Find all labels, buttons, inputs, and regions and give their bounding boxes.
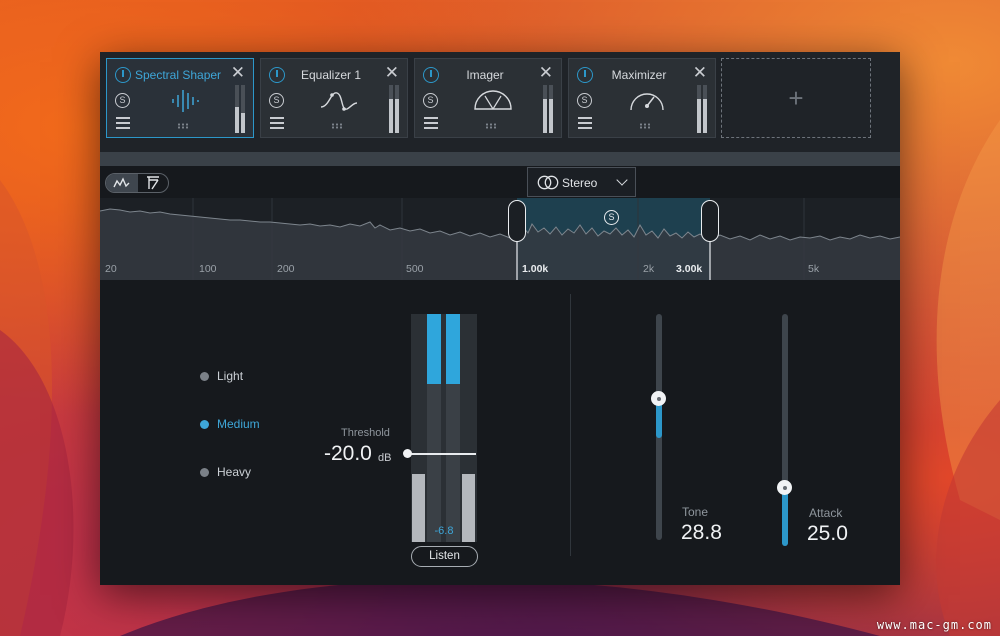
freq-label: 500 <box>406 263 424 275</box>
module-meter <box>543 85 553 133</box>
gain-reduction-readout: -6.8 <box>434 525 454 537</box>
level-meter <box>411 314 477 542</box>
close-icon[interactable]: ✕ <box>231 64 245 81</box>
tone-value[interactable]: 28.8 <box>681 521 722 545</box>
meter-bar-input-right <box>462 474 475 542</box>
channel-mode-dropdown[interactable]: Stereo <box>527 167 636 197</box>
view-toggle[interactable] <box>105 173 169 193</box>
drag-handle[interactable] <box>331 123 343 129</box>
close-icon[interactable]: ✕ <box>693 64 707 81</box>
meter-bar-input-left <box>412 474 425 542</box>
threshold-line <box>406 453 476 455</box>
tone-slider-knob[interactable] <box>651 391 666 406</box>
solo-icon[interactable]: S <box>577 93 592 108</box>
attack-value[interactable]: 25.0 <box>807 522 848 546</box>
solo-icon[interactable]: S <box>269 93 284 108</box>
mode-light-label: Light <box>217 369 244 383</box>
meter-channel-left <box>427 314 441 542</box>
freq-label: 2k <box>643 263 655 275</box>
module-meter <box>235 85 245 133</box>
power-icon[interactable] <box>115 67 131 83</box>
drag-handle[interactable] <box>485 123 497 129</box>
module-meter <box>389 85 399 133</box>
spectrum-toolbar: Stereo <box>100 166 900 198</box>
module-meter <box>697 85 707 133</box>
eq-curve-icon <box>320 92 358 111</box>
spectrum-view-icon[interactable] <box>106 174 138 192</box>
freq-label: 20 <box>105 263 117 275</box>
module-name: Imager <box>466 68 504 82</box>
band-handle-high[interactable] <box>701 200 719 242</box>
mode-medium-label: Medium <box>217 417 260 431</box>
module-name: Maximizer <box>611 68 667 82</box>
shaper-controls: Light Medium Heavy Threshold -20.0 dB -6… <box>100 280 900 585</box>
spectrum-graph <box>100 198 900 280</box>
ozone-window: S Spectral Shaper ✕ S Equalizer 1 ✕ S Im… <box>100 52 900 585</box>
module-spectral-shaper[interactable]: S Spectral Shaper ✕ <box>106 58 254 138</box>
power-icon[interactable] <box>269 67 285 83</box>
freq-label-band-high: 3.00k <box>676 263 703 275</box>
close-icon[interactable]: ✕ <box>385 64 399 81</box>
solo-icon[interactable]: S <box>423 93 438 108</box>
radio-dot <box>200 468 209 477</box>
freq-label-band-low: 1.00k <box>522 263 549 275</box>
module-name: Equalizer 1 <box>300 68 362 82</box>
module-name: Spectral Shaper <box>135 68 222 82</box>
drag-handle[interactable] <box>639 123 651 129</box>
tone-label: Tone <box>682 505 709 519</box>
freq-label: 5k <box>808 263 820 275</box>
close-icon[interactable]: ✕ <box>539 64 553 81</box>
filter-view-icon[interactable] <box>138 174 168 192</box>
module-scrollbar[interactable] <box>100 152 900 166</box>
attack-slider-fill <box>782 487 788 546</box>
mode-heavy[interactable]: Heavy <box>200 465 251 479</box>
spectrum-display[interactable]: S 20 100 200 500 1.00k 2k 3.00k 5k <box>100 198 900 280</box>
imager-arc-icon <box>474 90 512 110</box>
module-chain: S Spectral Shaper ✕ S Equalizer 1 ✕ S Im… <box>100 52 900 152</box>
threshold-value[interactable]: -20.0 <box>324 442 372 466</box>
plus-icon: + <box>788 83 804 113</box>
mode-light[interactable]: Light <box>200 369 243 383</box>
list-icon[interactable] <box>578 117 592 129</box>
threshold-handle[interactable] <box>403 449 412 458</box>
channel-mode-label: Stereo <box>562 176 598 190</box>
power-icon[interactable] <box>423 67 439 83</box>
mode-heavy-label: Heavy <box>217 465 252 479</box>
stereo-icon <box>537 175 559 190</box>
meter-channel-right <box>446 314 460 542</box>
chevron-down-icon <box>616 174 628 186</box>
drag-handle[interactable] <box>177 123 189 129</box>
freq-label: 200 <box>277 263 295 275</box>
mode-medium[interactable]: Medium <box>200 417 260 431</box>
attack-label: Attack <box>809 506 843 520</box>
list-icon[interactable] <box>270 117 284 129</box>
gauge-icon <box>630 93 664 111</box>
module-imager[interactable]: S Imager ✕ <box>414 58 562 138</box>
section-divider <box>570 294 571 556</box>
radio-dot <box>200 372 209 381</box>
attack-slider-knob[interactable] <box>777 480 792 495</box>
power-icon[interactable] <box>577 67 593 83</box>
spectral-bars-icon <box>172 90 199 112</box>
module-equalizer[interactable]: S Equalizer 1 ✕ <box>260 58 408 138</box>
threshold-label: Threshold <box>341 427 390 439</box>
solo-icon[interactable]: S <box>115 93 130 108</box>
threshold-unit: dB <box>378 452 392 464</box>
list-icon[interactable] <box>116 117 130 129</box>
module-maximizer[interactable]: S Maximizer ✕ <box>568 58 716 138</box>
add-module-slot[interactable]: + <box>721 58 871 138</box>
freq-label: 100 <box>199 263 217 275</box>
listen-button[interactable]: Listen <box>411 546 478 567</box>
list-icon[interactable] <box>424 117 438 129</box>
band-handle-low[interactable] <box>508 200 526 242</box>
radio-dot <box>200 420 209 429</box>
watermark: www.mac-gm.com <box>876 618 992 632</box>
band-solo-icon[interactable]: S <box>604 210 619 225</box>
